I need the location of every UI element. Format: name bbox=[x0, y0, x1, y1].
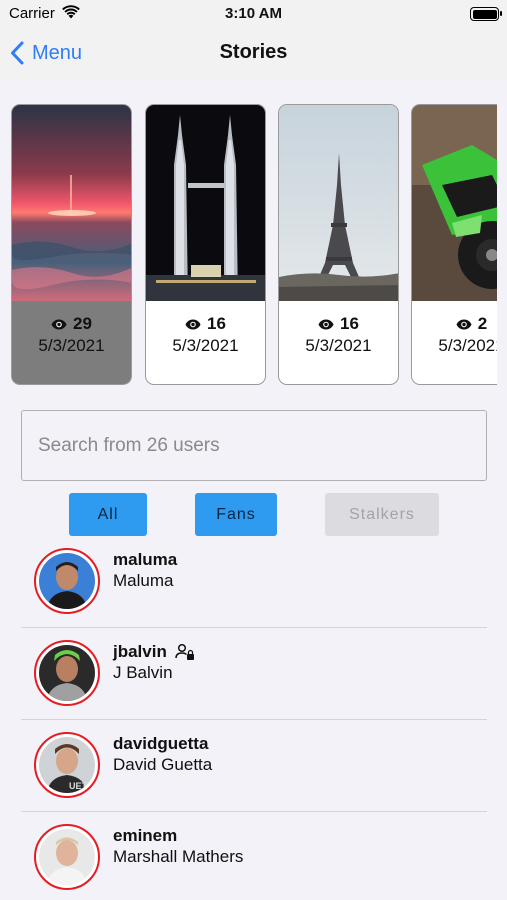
filter-fans-button[interactable]: Fans bbox=[195, 493, 277, 536]
story-date: 5/3/2021 bbox=[438, 336, 497, 355]
username: eminem bbox=[113, 826, 178, 845]
avatar bbox=[34, 548, 100, 614]
eye-icon bbox=[456, 319, 472, 329]
search-input[interactable] bbox=[22, 411, 486, 480]
list-item[interactable]: eminem Marshall Mathers bbox=[21, 812, 487, 900]
story-card[interactable]: 16 5/3/2021 bbox=[145, 104, 266, 385]
story-date: 5/3/2021 bbox=[38, 336, 105, 355]
list-item[interactable]: UETT davidguetta David Guetta bbox=[21, 720, 487, 812]
status-bar: Carrier 3:10 AM bbox=[0, 0, 507, 28]
story-views: 29 bbox=[73, 314, 92, 333]
battery-icon bbox=[470, 7, 502, 21]
story-image-motorbike bbox=[412, 105, 497, 301]
stories-carousel[interactable]: 29 5/3/2021 16 5/3/2021 16 5/3/2021 2 5/… bbox=[0, 104, 497, 385]
story-views: 16 bbox=[340, 314, 359, 333]
list-item[interactable]: maluma Maluma bbox=[21, 536, 487, 628]
filter-stalkers-button[interactable]: Stalkers bbox=[325, 493, 439, 536]
story-card[interactable]: 16 5/3/2021 bbox=[278, 104, 399, 385]
user-fullname: J Balvin bbox=[113, 663, 173, 682]
search-field[interactable] bbox=[21, 410, 487, 481]
user-fullname: David Guetta bbox=[113, 755, 213, 774]
story-views: 16 bbox=[207, 314, 226, 333]
story-image-sunset bbox=[12, 105, 131, 301]
page-title: Stories bbox=[219, 41, 288, 63]
story-date: 5/3/2021 bbox=[305, 336, 372, 355]
filter-all-button[interactable]: All bbox=[69, 493, 147, 536]
username: davidguetta bbox=[113, 734, 209, 753]
svg-text:UETT: UETT bbox=[69, 781, 93, 791]
story-card[interactable]: 2 5/3/2021 bbox=[411, 104, 497, 385]
eye-icon bbox=[185, 319, 201, 329]
username: jbalvin bbox=[113, 642, 195, 662]
list-item[interactable]: jbalvin J Balvin bbox=[21, 628, 487, 720]
avatar bbox=[34, 640, 100, 706]
user-fullname: Maluma bbox=[113, 571, 174, 590]
private-account-icon bbox=[175, 643, 194, 660]
story-card[interactable]: 29 5/3/2021 bbox=[11, 104, 132, 385]
story-date: 5/3/2021 bbox=[172, 336, 239, 355]
avatar: UETT bbox=[34, 732, 100, 798]
avatar bbox=[34, 824, 100, 890]
story-image-towers bbox=[146, 105, 265, 301]
username: maluma bbox=[113, 550, 178, 569]
story-views: 2 bbox=[477, 314, 488, 333]
eye-icon bbox=[51, 319, 67, 329]
story-image-eiffel bbox=[279, 105, 398, 301]
eye-icon bbox=[318, 319, 334, 329]
clock: 3:10 AM bbox=[225, 5, 282, 22]
nav-bar: Menu Stories bbox=[0, 28, 507, 80]
user-fullname: Marshall Mathers bbox=[113, 847, 244, 866]
